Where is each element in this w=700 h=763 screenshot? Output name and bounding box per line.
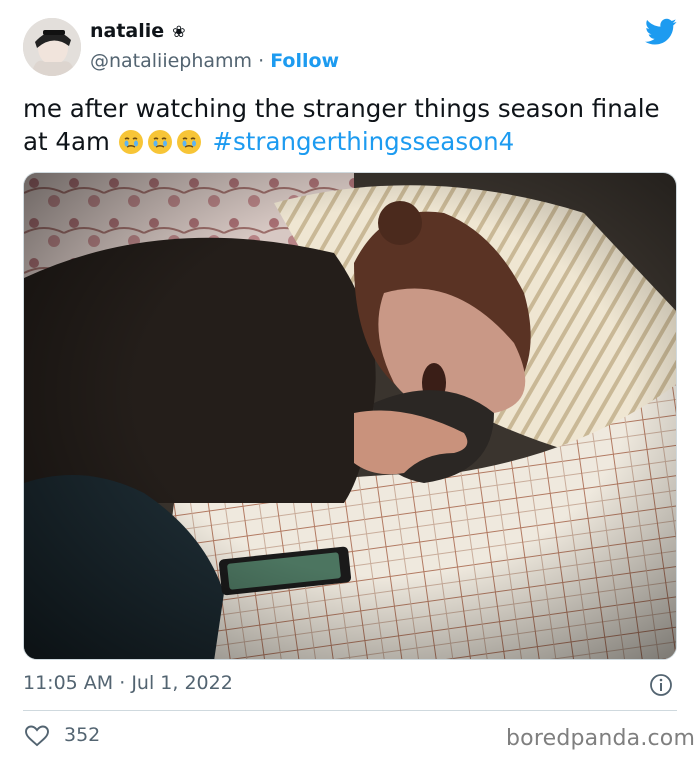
user-handle[interactable]: @nataliiephamm <box>90 50 252 72</box>
tweet-date[interactable]: Jul 1, 2022 <box>131 672 233 694</box>
face-holding-back-tears-icon <box>176 130 201 154</box>
tweet-card: natalie ❀ @nataliiephamm · Follow me afte… <box>0 0 700 763</box>
twitter-bird-icon[interactable] <box>645 18 677 46</box>
girl-crying-in-bed-photo <box>24 173 676 659</box>
timestamp-separator: · <box>119 672 126 694</box>
face-holding-back-tears-icon <box>147 130 172 154</box>
display-name-text[interactable]: natalie <box>90 20 164 42</box>
heart-icon[interactable] <box>24 724 50 748</box>
handle-separator: · <box>258 50 265 72</box>
watermark: boredpanda.com <box>506 726 696 751</box>
avatar[interactable] <box>23 18 81 76</box>
face-holding-back-tears-icon <box>118 130 143 154</box>
follow-button[interactable]: Follow <box>270 50 339 72</box>
divider <box>23 710 677 711</box>
tweet-image[interactable] <box>23 172 677 660</box>
handle-row: @nataliiephamm · Follow <box>90 50 339 72</box>
display-name[interactable]: natalie ❀ <box>90 20 186 42</box>
info-icon[interactable] <box>649 673 673 697</box>
flower-symbol: ❀ <box>172 22 186 41</box>
emoji-group <box>118 127 213 156</box>
tweet-timestamp[interactable]: 11:05 AM · Jul 1, 2022 <box>23 672 233 694</box>
hashtag-link[interactable]: #strangerthingsseason4 <box>212 127 514 156</box>
tweet-time[interactable]: 11:05 AM <box>23 672 113 694</box>
tweet-text: me after watching the stranger things se… <box>23 92 673 158</box>
like-count[interactable]: 352 <box>64 724 100 746</box>
